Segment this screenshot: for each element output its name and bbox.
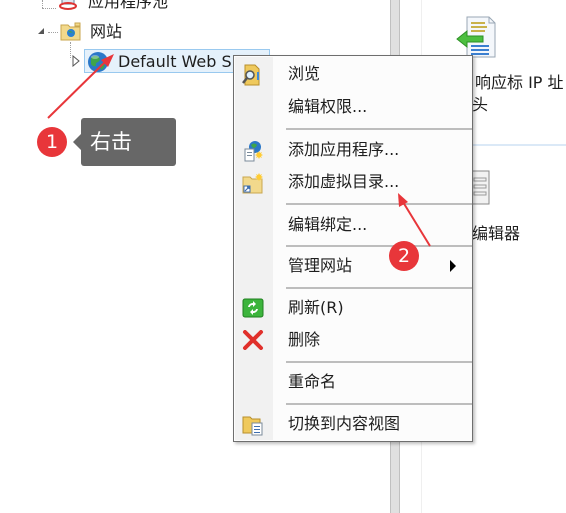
tooltip-pointer: [73, 134, 81, 150]
step-2-badge: 2: [389, 241, 419, 271]
step-1-badge: 1: [37, 127, 67, 157]
step-1-tooltip: 右击: [81, 118, 176, 166]
arrow-step1: [47, 54, 114, 119]
arrow-step2: [398, 193, 431, 247]
annotation-arrows: [47, 54, 431, 247]
